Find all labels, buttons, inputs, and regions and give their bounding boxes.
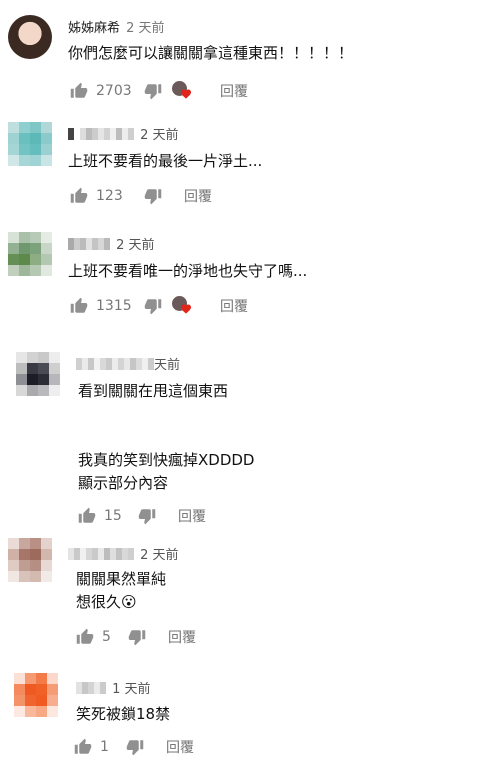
- avatar[interactable]: [8, 538, 52, 582]
- like-count: 123: [96, 188, 123, 204]
- like-count: 1315: [96, 298, 132, 314]
- censored-name: [76, 358, 154, 370]
- thumbs-down-icon[interactable]: [126, 738, 144, 756]
- avatar[interactable]: [14, 673, 58, 717]
- censored-name: [68, 548, 134, 560]
- comment-time[interactable]: 2 天前: [140, 128, 178, 143]
- thumbs-up-icon[interactable]: [70, 82, 88, 100]
- reply-button[interactable]: 回覆: [168, 627, 196, 647]
- thumbs-down-icon[interactable]: [144, 297, 162, 315]
- comment-author[interactable]: 2 天前: [68, 124, 179, 143]
- comment-time[interactable]: 2 天前: [140, 548, 178, 563]
- comment-author[interactable]: 天前: [76, 354, 180, 373]
- thumbs-up-icon[interactable]: [74, 738, 92, 756]
- comment-time[interactable]: 天前: [154, 358, 180, 373]
- show-more-link[interactable]: 顯示部分內容: [78, 472, 254, 495]
- comment-time[interactable]: 2 天前: [116, 238, 154, 253]
- censored-name: [68, 128, 134, 140]
- like-count: 15: [104, 508, 122, 524]
- creator-heart-badge: [172, 81, 192, 101]
- comment-author[interactable]: 1 天前: [76, 678, 151, 697]
- comment-text: 關關果然單純 想很久😮: [76, 570, 167, 611]
- thumbs-down-icon[interactable]: [144, 82, 162, 100]
- avatar[interactable]: [8, 15, 52, 59]
- comment-actions: 5 回覆: [76, 627, 196, 647]
- censored-name: [68, 238, 110, 250]
- thumbs-up-icon[interactable]: [70, 297, 88, 315]
- avatar[interactable]: [8, 232, 52, 276]
- like-count: 2703: [96, 83, 132, 99]
- like-count: 5: [102, 629, 111, 645]
- reply-button[interactable]: 回覆: [166, 737, 194, 757]
- creator-heart-badge: [172, 296, 192, 316]
- comment-author[interactable]: 2 天前: [68, 544, 179, 563]
- comment-text: 你們怎麼可以讓關關拿這種東西！！！！！: [68, 44, 354, 62]
- comment-text: 上班不要看的最後一片淨土...: [68, 152, 263, 170]
- thumbs-up-icon[interactable]: [78, 507, 96, 525]
- comment-actions: 2703 回覆: [70, 81, 248, 101]
- reply-button[interactable]: 回覆: [220, 296, 248, 316]
- heart-icon: [181, 304, 191, 314]
- comment-actions: 123 回覆: [70, 186, 212, 206]
- thumbs-down-icon[interactable]: [144, 187, 162, 205]
- comment-actions: 1 回覆: [74, 737, 194, 757]
- comment-author[interactable]: 2 天前: [68, 234, 155, 253]
- thumbs-down-icon[interactable]: [138, 507, 156, 525]
- reply-button[interactable]: 回覆: [220, 81, 248, 101]
- avatar[interactable]: [8, 122, 52, 166]
- thumbs-up-icon[interactable]: [70, 187, 88, 205]
- thumbs-up-icon[interactable]: [76, 628, 94, 646]
- comment-text: 上班不要看唯一的淨地也失守了嗎...: [68, 262, 308, 280]
- avatar[interactable]: [16, 352, 60, 396]
- reply-button[interactable]: 回覆: [178, 506, 206, 526]
- comment-actions: 1315 回覆: [70, 296, 248, 316]
- censored-name: [76, 682, 106, 694]
- comment-text: 看到關關在甩這個東西 我真的笑到快瘋掉XDDDD 顯示部分內容: [78, 380, 254, 495]
- like-count: 1: [100, 739, 109, 755]
- reply-button[interactable]: 回覆: [184, 186, 212, 206]
- comment-author[interactable]: 姊姊麻希 2 天前: [68, 17, 165, 36]
- author-name[interactable]: 姊姊麻希: [68, 21, 120, 36]
- comment-time[interactable]: 1 天前: [112, 682, 150, 697]
- comment-text: 笑死被鎖18禁: [76, 705, 171, 723]
- heart-icon: [181, 89, 191, 99]
- thumbs-down-icon[interactable]: [128, 628, 146, 646]
- comment-actions: 15 回覆: [78, 506, 206, 526]
- comment-time[interactable]: 2 天前: [126, 21, 164, 36]
